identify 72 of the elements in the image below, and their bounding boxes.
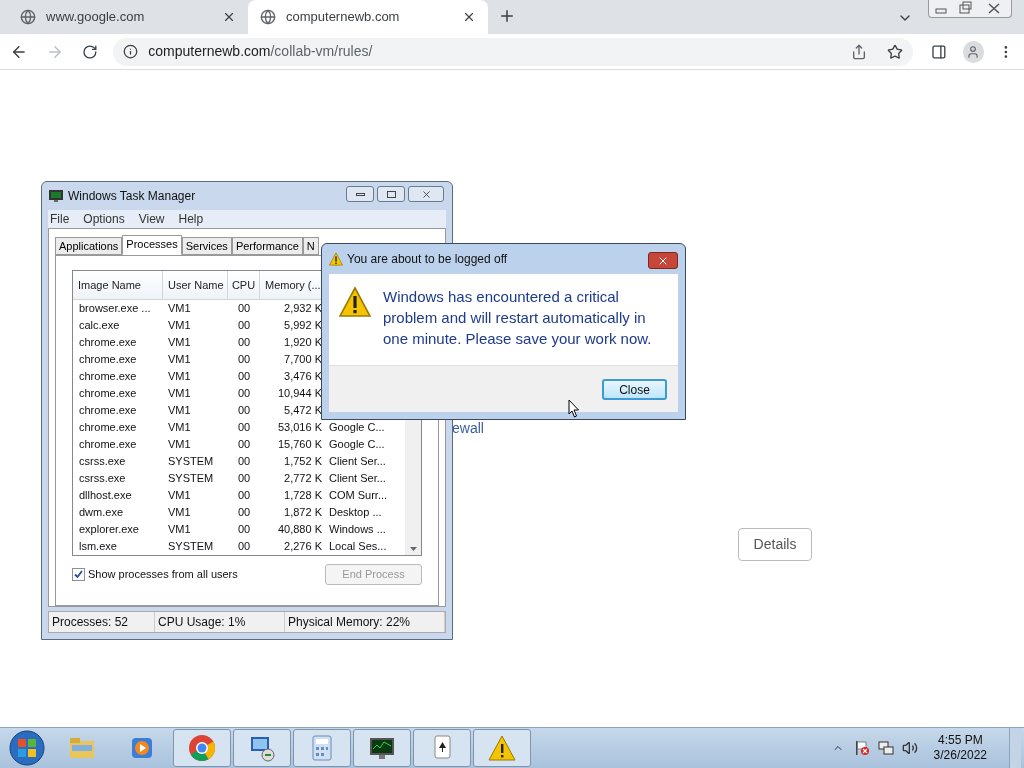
table-cell-text: VM1 bbox=[167, 488, 192, 503]
table-cell-text: VM1 bbox=[167, 318, 192, 333]
table-cell-text: chrome.exe bbox=[78, 403, 138, 418]
table-cell-text: chrome.exe bbox=[78, 437, 138, 452]
table-cell-text: csrss.exe bbox=[78, 454, 127, 469]
table-cell-text: 00 bbox=[236, 352, 252, 367]
table-cell-text: 00 bbox=[236, 454, 252, 469]
table-cell-text: Client Ser... bbox=[328, 471, 387, 486]
table-cell-text: Google C... bbox=[328, 420, 386, 435]
table-cell-text: VM1 bbox=[167, 437, 192, 452]
table-cell-text: 2,772 K bbox=[283, 471, 323, 486]
table-cell-text: 00 bbox=[236, 318, 252, 333]
table-cell-text: 00 bbox=[236, 471, 252, 486]
table-cell-text: SYSTEM bbox=[167, 539, 215, 554]
table-cell-text: chrome.exe bbox=[78, 352, 138, 367]
table-cell-text: 53,016 K bbox=[276, 420, 323, 435]
checkbox-label: Show processes from all users bbox=[88, 567, 238, 583]
table-cell-text: 00 bbox=[236, 522, 252, 537]
table-cell-text: 00 bbox=[236, 403, 252, 418]
table-cell-text: 1,872 K bbox=[283, 505, 323, 520]
table-cell-text: chrome.exe bbox=[78, 335, 138, 350]
table-cell-text: 15,760 K bbox=[276, 437, 323, 452]
table-cell-text: chrome.exe bbox=[78, 369, 138, 384]
table-cell-text: Desktop ... bbox=[328, 505, 383, 520]
table-cell-text: 2,276 K bbox=[283, 539, 323, 554]
table-cell-text: VM1 bbox=[167, 335, 192, 350]
status-text: Physical Memory: 22% bbox=[285, 612, 445, 632]
table-cell-text: VM1 bbox=[167, 369, 192, 384]
table-cell-text: csrss.exe bbox=[78, 471, 127, 486]
table-cell-text: 40,880 K bbox=[276, 522, 323, 537]
table-cell-text: dwm.exe bbox=[78, 505, 125, 520]
table-cell-text: Windows ... bbox=[328, 522, 387, 537]
table-cell-text: 00 bbox=[236, 335, 252, 350]
table-cell-text: dllhost.exe bbox=[78, 488, 133, 503]
table-cell-text: chrome.exe bbox=[78, 386, 138, 401]
url-text: computernewb.com/collab-vm/rules/ bbox=[148, 42, 374, 61]
table-cell-text: 00 bbox=[236, 488, 252, 503]
dialog-title: You are about to be logged off bbox=[347, 251, 508, 268]
table-cell-text: 00 bbox=[236, 369, 252, 384]
table-cell-text: 00 bbox=[236, 420, 252, 435]
table-cell-text: 00 bbox=[236, 301, 252, 316]
table-cell-text: 00 bbox=[236, 539, 252, 554]
table-cell-text: VM1 bbox=[167, 403, 192, 418]
table-cell-text: COM Surr... bbox=[328, 488, 389, 503]
table-cell-text: lsm.exe bbox=[78, 539, 118, 554]
window-title: Windows Task Manager bbox=[68, 188, 196, 205]
table-cell-text: Local Ses... bbox=[328, 539, 388, 554]
table-cell-text: VM1 bbox=[167, 420, 192, 435]
table-cell-text: VM1 bbox=[167, 505, 192, 520]
table-cell-text: VM1 bbox=[167, 386, 192, 401]
table-cell-text: 1,752 K bbox=[283, 454, 323, 469]
page-text: ewall bbox=[452, 419, 484, 438]
table-cell-text: calc.exe bbox=[78, 318, 121, 333]
tab-title: www.google.com bbox=[46, 8, 146, 27]
table-cell-text: 00 bbox=[236, 505, 252, 520]
status-text: CPU Usage: 1% bbox=[155, 612, 285, 632]
table-cell-text: VM1 bbox=[167, 301, 192, 316]
table-cell-text: 00 bbox=[236, 386, 252, 401]
table-cell-text: VM1 bbox=[167, 352, 192, 367]
tab-title: computernewb.com bbox=[286, 8, 401, 27]
table-cell-text: SYSTEM bbox=[167, 454, 215, 469]
status-text: Processes: 52 bbox=[49, 612, 155, 632]
table-cell-text: explorer.exe bbox=[78, 522, 140, 537]
table-cell-text: 1,728 K bbox=[283, 488, 323, 503]
dialog-message: Windows has encountered a critical problem and will restart automatically in one minute. Please save your work now. bbox=[383, 287, 653, 349]
table-cell-text: Google C... bbox=[328, 437, 386, 452]
table-cell-text: chrome.exe bbox=[78, 420, 138, 435]
table-cell-text: SYSTEM bbox=[167, 471, 215, 486]
table-cell-text: 00 bbox=[236, 437, 252, 452]
table-cell-text: VM1 bbox=[167, 522, 192, 537]
table-cell-text: browser.exe ... bbox=[78, 301, 152, 316]
table-cell-text: Client Ser... bbox=[328, 454, 387, 469]
